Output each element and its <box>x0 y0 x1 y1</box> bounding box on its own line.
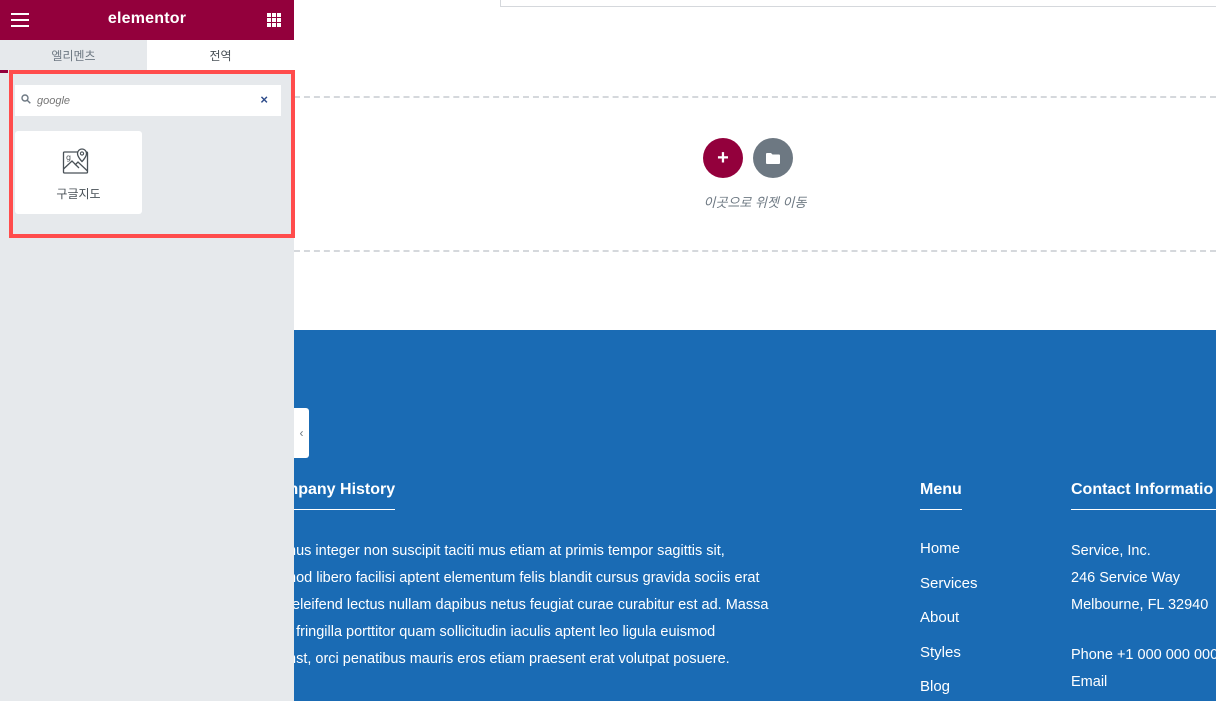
add-section-button[interactable]: + <box>703 138 743 178</box>
elementor-panel: elementor 엘리멘츠 전역 × g 구글지도 <box>0 0 295 701</box>
contact-info: Service, Inc. 246 Service Way Melbourne,… <box>1071 538 1216 696</box>
panel-header: elementor <box>0 0 294 40</box>
widgets-grid-icon[interactable] <box>267 13 281 27</box>
contact-line: Service, Inc. <box>1071 543 1151 559</box>
add-template-button[interactable] <box>753 138 793 178</box>
active-tab-indicator <box>0 70 8 73</box>
history-line: mus integer non suscipit taciti mus etia… <box>284 543 725 559</box>
footer-menu-blog[interactable]: Blog <box>920 678 978 701</box>
previous-section-box <box>500 0 1216 7</box>
tab-global[interactable]: 전역 <box>147 40 294 70</box>
history-line: mst, orci penatibus mauris eros etiam pr… <box>284 651 730 667</box>
footer-menu-about[interactable]: About <box>920 609 978 644</box>
contact-phone: Phone +1 000 000 000 <box>1071 647 1216 663</box>
company-history-title: mpany History <box>284 481 396 510</box>
history-line: mod libero facilisi aptent elementum fel… <box>284 570 760 586</box>
plus-icon: + <box>717 147 729 169</box>
contact-info-title: Contact Informatio <box>1071 481 1216 510</box>
panel-collapse-handle[interactable]: ‹ <box>294 408 309 458</box>
highlight-box <box>9 70 295 238</box>
panel-tabs: 엘리멘츠 전역 <box>0 40 294 70</box>
footer-menu-services[interactable]: Services <box>920 575 978 610</box>
footer-menu-home[interactable]: Home <box>920 540 978 575</box>
drop-zone-hint: 이곳으로 위젯 이동 <box>703 195 807 210</box>
footer-menu-title: Menu <box>920 481 962 510</box>
contact-line: Melbourne, FL 32940 <box>1071 597 1209 613</box>
history-line: , eleifend lectus nullam dapibus netus f… <box>284 597 769 613</box>
footer-menu: Home Services About Styles Blog <box>920 540 978 701</box>
footer-menu-styles[interactable]: Styles <box>920 644 978 679</box>
history-line: e fringilla porttitor quam sollicitudin … <box>284 624 716 640</box>
site-footer: mpany History mus integer non suscipit t… <box>284 330 1216 701</box>
company-history-text: mus integer non suscipit taciti mus etia… <box>284 538 804 673</box>
folder-icon <box>766 152 780 164</box>
elementor-logo: elementor <box>107 10 187 27</box>
tab-elements[interactable]: 엘리멘츠 <box>0 40 147 70</box>
widget-drop-zone[interactable]: + 이곳으로 위젯 이동 <box>294 96 1216 252</box>
contact-email: Email <box>1071 674 1108 690</box>
chevron-left-icon: ‹ <box>299 426 304 440</box>
contact-line: 246 Service Way <box>1071 570 1181 586</box>
